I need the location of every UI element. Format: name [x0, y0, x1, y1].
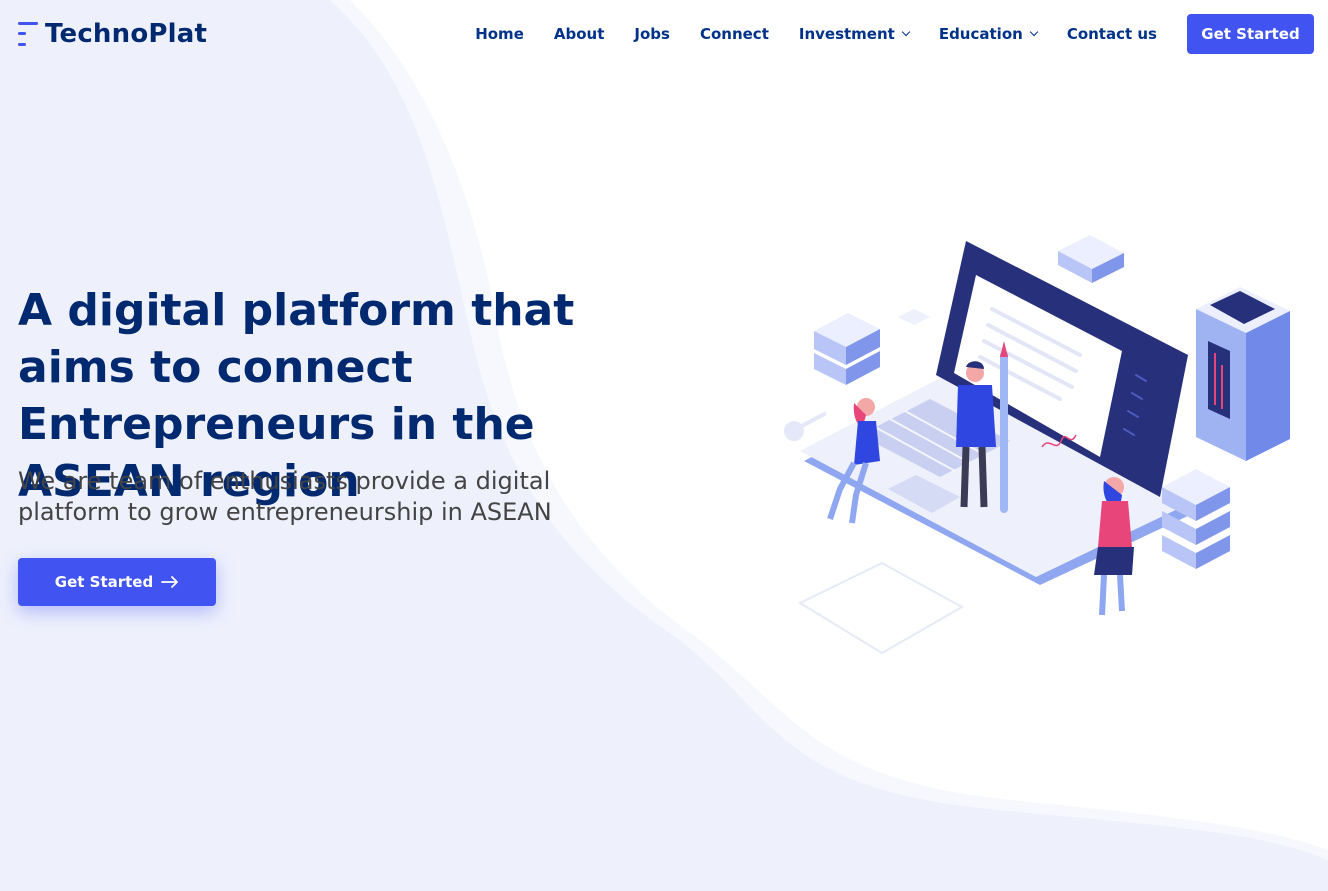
chevron-down-icon [901, 27, 911, 37]
nav-item-label: Jobs [634, 25, 670, 43]
brand-logo[interactable]: TechnoPlat [18, 19, 207, 49]
arrow-right-icon [161, 576, 179, 588]
brand-name: TechnoPlat [45, 19, 208, 49]
nav-item-label: Contact us [1066, 25, 1157, 43]
get-started-button[interactable]: Get Started [1187, 14, 1314, 54]
nav-item-about[interactable]: About [554, 14, 605, 54]
nav-item-label: About [553, 25, 605, 43]
main-nav: Home About Jobs Connect Investment Educa… [475, 14, 1314, 54]
nav-item-investment[interactable]: Investment [798, 14, 911, 54]
nav-item-jobs[interactable]: Jobs [634, 14, 670, 54]
nav-item-label: Connect [699, 25, 769, 43]
nav-item-education[interactable]: Education [938, 14, 1039, 54]
logo-icon [18, 20, 40, 48]
nav-item-label: Investment [798, 25, 895, 43]
hero-subtitle: We are team of enthusiasts provide a dig… [18, 467, 552, 526]
nav-item-label: Education [938, 25, 1023, 43]
hero-illustration [784, 235, 1290, 655]
hero-cta-label: Get Started [54, 573, 154, 591]
nav-item-connect[interactable]: Connect [700, 14, 769, 54]
hero-get-started-button[interactable]: Get Started [18, 558, 216, 606]
nav-item-home[interactable]: Home [475, 14, 524, 54]
nav-item-contact[interactable]: Contact us [1067, 14, 1157, 54]
chevron-down-icon [1029, 27, 1039, 37]
nav-item-label: Home [475, 25, 524, 43]
site-header: TechnoPlat Home About Jobs Connect Inves… [0, 0, 1328, 68]
